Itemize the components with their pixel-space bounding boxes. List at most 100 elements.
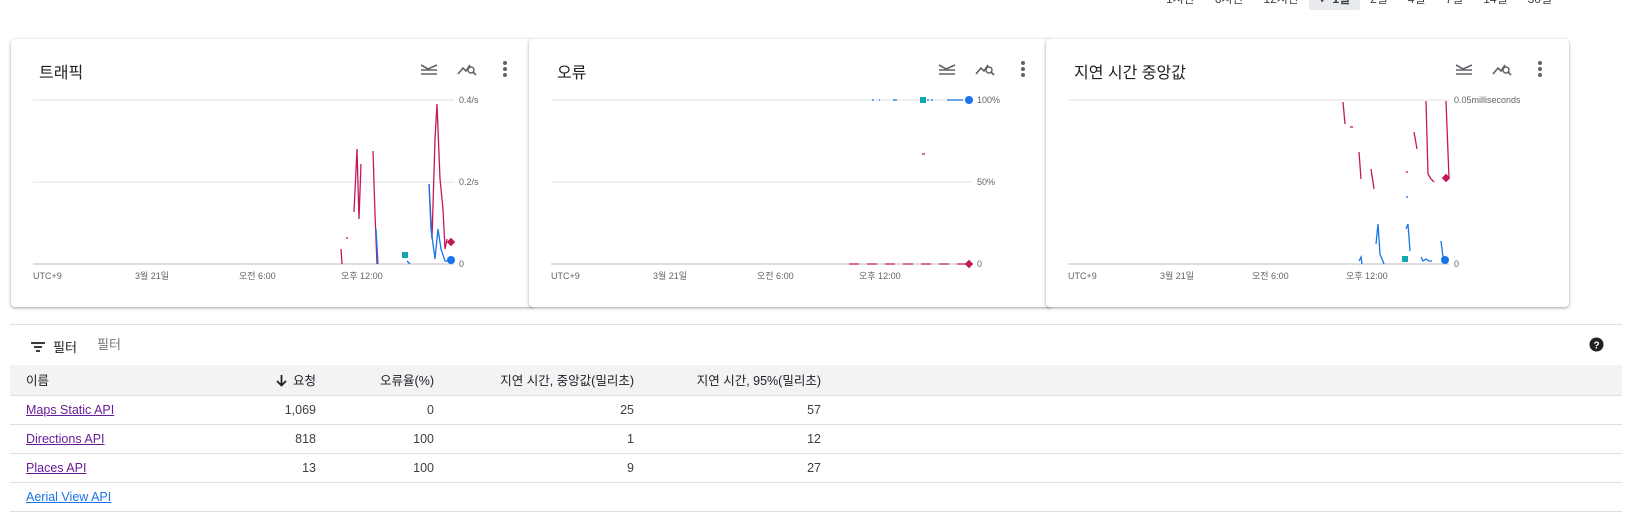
x-tick-label: 오후 12:00 (341, 271, 383, 281)
filter-bar: 필터 ? (10, 324, 1622, 366)
check-icon: ✓ (1319, 0, 1332, 6)
latency-chart: 0.05milliseconds 0 UTC+9 3월 21일 오전 6:00 … (1068, 95, 1521, 281)
y-tick-label: 0.2/s (459, 177, 479, 187)
table-header-row: 이름 요청 오류율(%) 지연 시간, 중앙값(밀리초) 지연 시간, 95%(… (10, 365, 1622, 396)
series-marker (920, 97, 926, 103)
column-header-spacer (829, 365, 1622, 396)
time-range-12h[interactable]: 12시간 (1254, 0, 1309, 10)
y-tick-label: 0.4/s (459, 95, 479, 105)
api-link[interactable]: Places API (26, 461, 86, 475)
series-line (428, 103, 448, 250)
series-line (1342, 101, 1346, 125)
column-header-name[interactable]: 이름 (10, 365, 220, 396)
x-tick-label: 오전 6:00 (239, 271, 276, 281)
series-marker (402, 252, 408, 258)
traffic-chart: 0.4/s 0.2/s 0 UTC+9 3월 21일 오전 6:00 오후 12… (33, 95, 479, 281)
series-line (1358, 151, 1362, 180)
cell-latency-p95: 12 (642, 424, 829, 454)
series-marker (446, 237, 456, 247)
cell-latency-median: 1 (442, 424, 642, 454)
series-line (1375, 223, 1385, 265)
time-range-7d[interactable]: 7일 (1436, 0, 1474, 10)
errors-card: 오류 100% 50% 0 UTC+9 3월 21일 오전 6:00 오후 12… (529, 39, 1052, 307)
cell-latency-p95 (642, 482, 829, 512)
x-tick-label: UTC+9 (551, 271, 580, 281)
traffic-card: 트래픽 0.4/s 0.2/s 0 UTC+9 3월 21일 오전 6:00 오… (11, 39, 534, 307)
x-tick-label: 3월 21일 (135, 270, 169, 281)
arrow-down-icon (276, 375, 287, 388)
column-header-requests[interactable]: 요청 (220, 365, 324, 396)
series-marker (447, 256, 455, 264)
series-line (1420, 256, 1432, 262)
series-line (1445, 100, 1450, 179)
cell-requests: 1,069 (220, 395, 324, 425)
x-tick-label: 3월 21일 (1160, 270, 1194, 281)
series-marker (965, 96, 973, 104)
series-line (1425, 100, 1435, 183)
cell-latency-median: 9 (442, 453, 642, 483)
svg-text:?: ? (1593, 341, 1599, 352)
table-row: Directions API 818 100 1 12 (10, 424, 1622, 454)
series-line (340, 248, 343, 265)
cell-latency-median (442, 482, 642, 512)
y-tick-label: 0 (977, 259, 982, 269)
column-header-error-rate[interactable]: 오류율(%) (324, 365, 442, 396)
time-range-30d[interactable]: 30일 (1518, 0, 1562, 10)
time-range-4d[interactable]: 4일 (1398, 0, 1436, 10)
x-tick-label: 오전 6:00 (1252, 271, 1289, 281)
y-tick-label: 50% (977, 177, 995, 187)
cell-spacer (829, 395, 1622, 425)
x-tick-label: UTC+9 (33, 271, 62, 281)
cell-latency-median: 25 (442, 395, 642, 425)
time-range-2d[interactable]: 2일 (1360, 0, 1398, 10)
series-line (1405, 223, 1411, 252)
cell-latency-p95: 57 (642, 395, 829, 425)
filter-input[interactable] (97, 337, 297, 352)
cell-spacer (829, 482, 1622, 512)
x-tick-label: 오전 6:00 (757, 271, 794, 281)
cell-error-rate (324, 482, 442, 512)
y-tick-label: 0 (459, 259, 464, 269)
cell-spacer (829, 453, 1622, 483)
y-tick-label: 0 (1454, 259, 1459, 269)
x-tick-label: 오후 12:00 (1346, 271, 1388, 281)
cell-requests: 13 (220, 453, 324, 483)
cell-error-rate: 100 (324, 424, 442, 454)
series-line (353, 148, 362, 220)
errors-chart: 100% 50% 0 UTC+9 3월 21일 오전 6:00 오후 12:00 (551, 95, 1000, 281)
x-tick-label: UTC+9 (1068, 271, 1097, 281)
table-row: Places API 13 100 9 27 (10, 453, 1622, 483)
latency-card: 지연 시간 중앙값 0.05milliseconds 0 UTC+9 3월 21… (1046, 39, 1569, 307)
cell-requests: 818 (220, 424, 324, 454)
y-tick-label: 0.05milliseconds (1454, 95, 1521, 105)
time-range-selector: 1시간 6시간 12시간 ✓ 1일 2일 4일 7일 14일 30일 (1156, 0, 1562, 10)
time-range-14d[interactable]: 14일 (1473, 0, 1517, 10)
series-marker (1402, 256, 1408, 262)
column-header-latency-median[interactable]: 지연 시간, 중앙값(밀리초) (442, 365, 642, 396)
time-range-6h[interactable]: 6시간 (1205, 0, 1254, 10)
time-range-1d[interactable]: ✓ 1일 (1308, 0, 1361, 10)
y-tick-label: 100% (977, 95, 1000, 105)
table-row: Maps Static API 1,069 0 25 57 (10, 395, 1622, 425)
api-link[interactable]: Directions API (26, 432, 105, 446)
time-range-1h[interactable]: 1시간 (1156, 0, 1205, 10)
cell-error-rate: 100 (324, 453, 442, 483)
help-icon[interactable]: ? (1589, 337, 1604, 352)
cell-requests (220, 482, 324, 512)
x-tick-label: 오후 12:00 (859, 271, 901, 281)
api-link[interactable]: Maps Static API (26, 403, 114, 417)
series-line (1358, 254, 1363, 265)
x-tick-label: 3월 21일 (653, 270, 687, 281)
cell-spacer (829, 424, 1622, 454)
series-marker (964, 259, 974, 269)
filter-icon[interactable] (30, 341, 46, 353)
cell-latency-p95: 27 (642, 453, 829, 483)
api-metrics-table: 이름 요청 오류율(%) 지연 시간, 중앙값(밀리초) 지연 시간, 95%(… (10, 365, 1622, 512)
cell-error-rate: 0 (324, 395, 442, 425)
table-row: Aerial View API (10, 482, 1622, 512)
series-line (1370, 168, 1375, 190)
api-link[interactable]: Aerial View API (26, 490, 111, 504)
series-marker (1441, 256, 1449, 264)
filter-label: 필터 (53, 340, 77, 355)
column-header-latency-p95[interactable]: 지연 시간, 95%(밀리초) (642, 365, 829, 396)
